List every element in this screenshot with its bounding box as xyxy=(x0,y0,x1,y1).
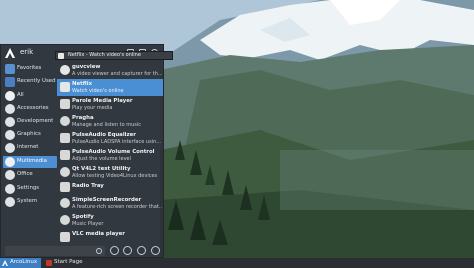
category-internet[interactable]: Internet xyxy=(3,142,57,154)
equalizer-icon xyxy=(60,133,70,143)
whisker-menu: erik Favorites Recently Used All Accesso… xyxy=(0,44,164,258)
switch-user-icon[interactable] xyxy=(110,246,119,255)
volume-control-icon xyxy=(60,150,70,160)
app-name: Radio Tray xyxy=(72,183,104,189)
app-name: Qt V4L2 test Utility xyxy=(72,166,131,172)
system-icon xyxy=(5,197,15,207)
app-name: PulseAudio Equalizer xyxy=(72,132,136,138)
app-description: Music Player xyxy=(72,221,104,227)
arcolinux-logo-icon xyxy=(5,48,15,58)
app-tooltip: Netflix - Watch video's online xyxy=(55,51,173,60)
app-name: Parole Media Player xyxy=(72,98,133,104)
category-label: Recently Used xyxy=(17,78,56,84)
category-label: Accessories xyxy=(17,105,49,111)
development-icon xyxy=(5,117,15,127)
search-input[interactable] xyxy=(5,246,105,256)
category-accessories[interactable]: Accessories xyxy=(3,103,57,115)
category-label: Development xyxy=(17,118,54,124)
category-label: Office xyxy=(17,171,33,177)
app-pragha[interactable]: Pragha Manage and listen to music xyxy=(57,113,163,130)
category-all[interactable]: All xyxy=(3,90,57,102)
graphics-icon xyxy=(5,130,15,140)
app-name: SimpleScreenRecorder xyxy=(72,197,142,203)
app-pulseaudio-equalizer[interactable]: PulseAudio Equalizer PulseAudio LADSPA i… xyxy=(57,130,163,147)
category-favorites[interactable]: Favorites xyxy=(3,63,57,75)
app-description: PulseAudio LADSPA interface usin... xyxy=(72,139,162,145)
spotify-icon xyxy=(60,215,70,225)
app-name: VLC media player xyxy=(72,231,125,237)
category-label: Graphics xyxy=(17,131,41,137)
app-description: Play your media xyxy=(72,105,113,111)
guvcview-icon xyxy=(60,65,70,75)
category-label: Settings xyxy=(17,185,40,191)
app-qt-v4l2-test-utility[interactable]: Qt V4L2 test Utility Allow testing Video… xyxy=(57,164,163,181)
multimedia-icon xyxy=(5,157,15,167)
vlc-icon xyxy=(60,232,70,242)
app-name: Spotify xyxy=(72,214,94,220)
category-label: Multimedia xyxy=(17,158,47,164)
qv4l2-icon xyxy=(60,167,70,177)
app-description: A video viewer and capturer for th... xyxy=(72,71,162,77)
app-description: A feature-rich screen recorder that... xyxy=(72,204,162,210)
lock-icon[interactable] xyxy=(137,246,146,255)
screen-recorder-icon xyxy=(60,198,70,208)
taskbar: ArcoLinux Start Page xyxy=(0,258,474,268)
settings-category-icon xyxy=(5,184,15,194)
app-name: guvcview xyxy=(72,64,101,70)
internet-icon xyxy=(5,143,15,153)
username-label: erik xyxy=(20,48,34,56)
radio-tray-icon xyxy=(60,182,70,192)
category-recently-used[interactable]: Recently Used xyxy=(3,76,57,88)
app-name: Pragha xyxy=(72,115,94,121)
search-icon xyxy=(96,248,102,254)
category-label: All xyxy=(17,92,24,98)
suspend-icon[interactable] xyxy=(123,246,132,255)
app-description: Manage and listen to music xyxy=(72,122,142,128)
app-spotify[interactable]: Spotify Music Player xyxy=(57,212,163,229)
app-name: PulseAudio Volume Control xyxy=(72,149,155,155)
power-icon[interactable] xyxy=(151,246,160,255)
parole-icon xyxy=(60,99,70,109)
category-system[interactable]: System xyxy=(3,196,57,208)
category-graphics[interactable]: Graphics xyxy=(3,129,57,141)
category-multimedia[interactable]: Multimedia xyxy=(3,156,57,168)
app-parole-media-player[interactable]: Parole Media Player Play your media xyxy=(57,96,163,113)
netflix-icon xyxy=(60,82,70,92)
app-description: Allow testing Video4Linux devices xyxy=(72,173,158,179)
category-label: System xyxy=(17,198,38,204)
tooltip-app-icon xyxy=(58,53,64,59)
app-vlc-media-player[interactable]: VLC media player xyxy=(57,229,163,242)
start-menu-button[interactable]: ArcoLinux xyxy=(0,258,41,268)
accessories-icon xyxy=(5,104,15,114)
favorites-icon xyxy=(5,64,15,74)
category-label: Favorites xyxy=(17,65,42,71)
window-title: Start Page xyxy=(54,259,83,265)
application-list: guvcview A video viewer and capturer for… xyxy=(57,62,163,242)
category-settings[interactable]: Settings xyxy=(3,183,57,195)
app-simplescreenrecorder[interactable]: SimpleScreenRecorder A feature-rich scre… xyxy=(57,195,163,212)
recently-used-icon xyxy=(5,77,15,87)
category-development[interactable]: Development xyxy=(3,116,57,128)
category-list: Favorites Recently Used All Accessories … xyxy=(3,63,57,263)
taskbar-window-start-page[interactable]: Start Page xyxy=(44,258,114,268)
all-apps-icon xyxy=(5,91,15,101)
office-icon xyxy=(5,170,15,180)
app-name: Netflix xyxy=(72,81,93,87)
tooltip-text: Netflix - Watch video's online xyxy=(68,52,141,58)
category-office[interactable]: Office xyxy=(3,169,57,181)
vivaldi-icon xyxy=(46,260,52,266)
app-radio-tray[interactable]: Radio Tray xyxy=(57,181,163,193)
app-description: Watch video's online xyxy=(72,88,124,94)
category-label: Internet xyxy=(17,144,39,150)
app-pulseaudio-volume-control[interactable]: PulseAudio Volume Control Adjust the vol… xyxy=(57,147,163,164)
menu-footer xyxy=(1,243,165,259)
start-label: ArcoLinux xyxy=(10,259,38,265)
app-netflix[interactable]: Netflix Watch video's online xyxy=(57,79,163,96)
arcolinux-start-icon xyxy=(2,260,8,266)
app-description: Adjust the volume level xyxy=(72,156,132,162)
app-guvcview[interactable]: guvcview A video viewer and capturer for… xyxy=(57,62,163,79)
pragha-icon xyxy=(60,116,70,126)
